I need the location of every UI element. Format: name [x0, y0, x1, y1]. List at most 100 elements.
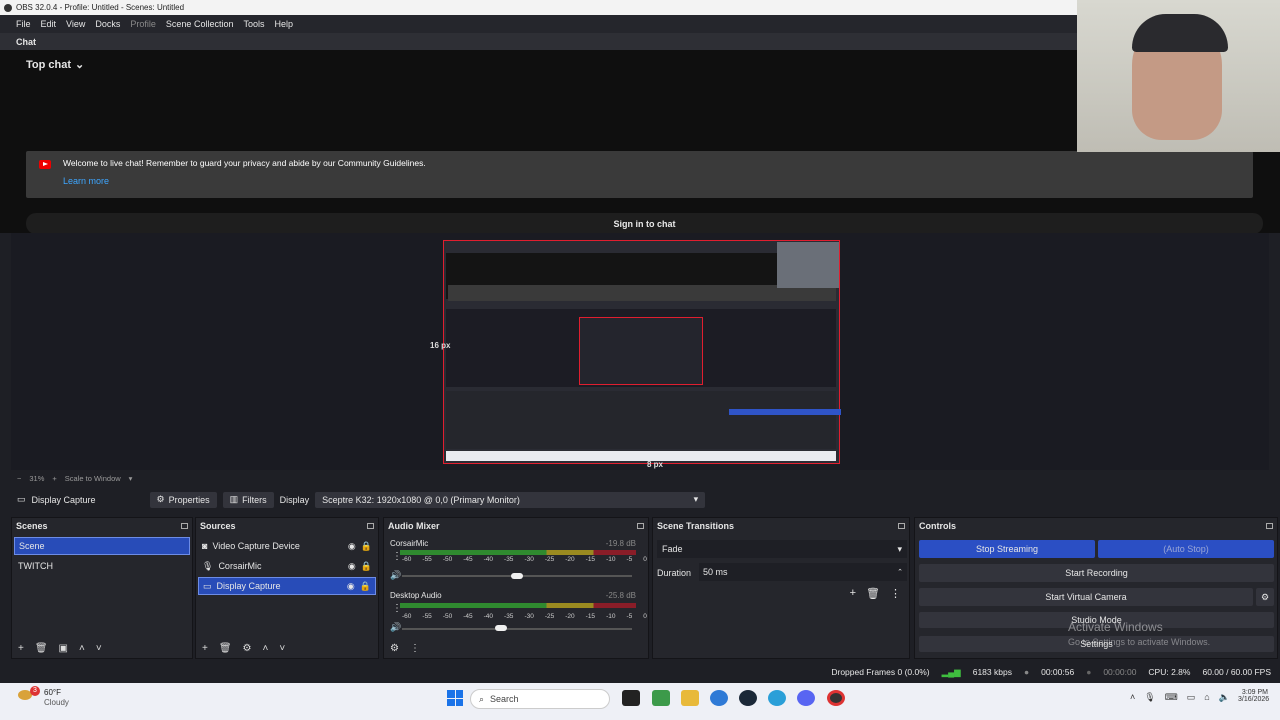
channel-db: -19.8 dB	[605, 539, 636, 548]
sign-in-to-chat-button[interactable]: Sign in to chat	[26, 213, 1263, 234]
undock-icon[interactable]	[898, 523, 905, 529]
properties-button[interactable]: ⚙ Properties	[149, 491, 217, 508]
arrow-down-icon[interactable]: ˅	[96, 643, 102, 654]
source-item[interactable]: ▭ Display Capture ◉ 🔒	[198, 577, 376, 595]
gear-icon[interactable]: ⚙	[243, 643, 252, 654]
scene-item[interactable]: Scene	[14, 537, 190, 555]
trash-icon[interactable]: 🗑	[219, 643, 232, 654]
auto-stop-button[interactable]: (Auto Stop)	[1098, 540, 1274, 558]
browser-icon[interactable]	[710, 690, 728, 706]
arrow-up-icon[interactable]: ˄	[263, 643, 269, 654]
eye-icon[interactable]: ◉	[348, 561, 356, 572]
stop-streaming-button[interactable]: Stop Streaming	[919, 540, 1095, 558]
channel-name: Desktop Audio	[390, 591, 442, 600]
search-icon: ⌕	[479, 693, 485, 704]
lock-icon[interactable]: 🔒	[361, 561, 372, 572]
obs-taskbar-icon[interactable]	[827, 690, 845, 706]
weather-widget[interactable]: 3	[18, 686, 40, 706]
virtual-camera-settings-button[interactable]: ⚙	[1256, 588, 1274, 606]
add-icon[interactable]: +	[850, 587, 856, 600]
kebab-menu-icon[interactable]: ⋮	[410, 643, 420, 654]
filters-button[interactable]: ▥ Filters	[222, 491, 274, 508]
task-view-icon[interactable]	[622, 690, 640, 706]
learn-more-link[interactable]: Learn more	[63, 176, 109, 186]
menu-profile[interactable]: Profile	[130, 19, 156, 29]
start-virtual-camera-button[interactable]: Start Virtual Camera	[919, 588, 1253, 606]
undock-icon[interactable]	[1266, 523, 1273, 529]
network-icon[interactable]: ⌂	[1204, 692, 1209, 703]
menu-view[interactable]: View	[66, 19, 85, 29]
top-chat-label: Top chat	[26, 58, 72, 71]
lock-icon[interactable]: 🔒	[360, 581, 371, 592]
volume-fader-knob[interactable]	[495, 625, 507, 631]
edge-icon[interactable]	[768, 690, 786, 706]
menu-edit[interactable]: Edit	[41, 19, 57, 29]
window-title: OBS 32.0.4 - Profile: Untitled - Scenes:…	[16, 3, 185, 12]
speaker-icon[interactable]: 🔊	[390, 622, 401, 633]
top-chat-dropdown[interactable]: Top chat ⌄	[26, 58, 84, 72]
volume-icon[interactable]: 🔈	[1219, 692, 1230, 703]
spin-arrows-icon[interactable]: ⌃	[897, 568, 903, 576]
meter-scale: -60 -55 -50 -45 -40 -35 -30 -25 -20 -15 -10 -5 0	[402, 613, 647, 620]
keyboard-icon[interactable]: ⌨	[1165, 692, 1178, 703]
arrow-up-icon[interactable]: ˄	[79, 643, 85, 654]
scene-item[interactable]: TWITCH	[14, 557, 190, 575]
discord-icon[interactable]	[797, 690, 815, 706]
meter-scale: -60 -55 -50 -45 -40 -35 -30 -25 -20 -15 -10 -5 0	[402, 556, 647, 563]
menu-docks[interactable]: Docks	[95, 19, 120, 29]
lock-icon[interactable]: 🔒	[361, 541, 372, 552]
kebab-menu-icon[interactable]: ⋮	[890, 587, 901, 600]
webcam-overlay	[1077, 0, 1280, 152]
undock-icon[interactable]	[637, 523, 644, 529]
scene-item-label: Scene	[19, 541, 45, 551]
windows-start-icon[interactable]	[447, 690, 463, 706]
start-recording-button[interactable]: Start Recording	[919, 564, 1274, 582]
transition-select[interactable]: Fade ▾	[657, 540, 907, 558]
add-icon[interactable]: +	[202, 643, 208, 654]
duration-spinbox[interactable]: 50 ms ⌃	[699, 563, 907, 581]
menu-scene-collection[interactable]: Scene Collection	[166, 19, 234, 29]
add-icon[interactable]: +	[18, 643, 24, 654]
speaker-icon[interactable]: 🔊	[390, 570, 401, 581]
chevron-down-icon[interactable]: ▾	[129, 474, 133, 483]
taskbar-search[interactable]: ⌕ Search	[470, 689, 610, 709]
undock-icon[interactable]	[181, 523, 188, 529]
arrow-down-icon[interactable]: ˅	[279, 643, 285, 654]
zoom-level: 31%	[29, 473, 45, 483]
gear-icon[interactable]: ⚙	[390, 643, 399, 654]
trash-icon[interactable]: 🗑	[35, 643, 48, 654]
edge-distance-label-left: 16 px	[430, 341, 451, 350]
source-item[interactable]: 🎙 CorsairMic ◉ 🔒	[198, 557, 376, 575]
spreadsheet-app-icon[interactable]	[652, 690, 670, 706]
chevron-up-icon[interactable]: ˄	[1130, 692, 1135, 703]
monitor-icon: ▭	[17, 494, 26, 504]
taskbar-clock[interactable]: 3:09 PM 3/16/2026	[1238, 689, 1269, 703]
display-select[interactable]: Sceptre K32: 1920x1080 @ 0,0 (Primary Mo…	[315, 491, 706, 508]
zoom-mode[interactable]: Scale to Window	[65, 474, 121, 483]
source-item[interactable]: ◙ Video Capture Device ◉ 🔒	[198, 537, 376, 555]
display-capture-source-preview[interactable]	[443, 240, 841, 464]
volume-fader-track[interactable]	[402, 628, 632, 630]
cpu-usage: CPU: 2.8%	[1148, 667, 1191, 677]
display-icon[interactable]: ▭	[1187, 692, 1196, 703]
file-explorer-icon[interactable]	[681, 690, 699, 706]
stream-time: 00:00:56	[1041, 667, 1075, 677]
eye-icon[interactable]: ◉	[348, 541, 356, 552]
menu-tools[interactable]: Tools	[243, 19, 264, 29]
weather-temp: 60°F	[44, 688, 61, 697]
menu-file[interactable]: File	[16, 19, 31, 29]
filter-icon[interactable]: ▣	[59, 643, 68, 654]
volume-fader-knob[interactable]	[511, 573, 523, 579]
obs-logo-icon	[4, 3, 12, 12]
trash-icon[interactable]: 🗑	[866, 587, 880, 600]
volume-meter	[400, 603, 636, 608]
microphone-icon: 🎙	[202, 560, 214, 571]
duration-label: Duration	[657, 568, 692, 578]
microphone-icon[interactable]: 🎙	[1144, 692, 1155, 703]
menu-help[interactable]: Help	[274, 19, 293, 29]
zoom-out-button[interactable]: −	[17, 474, 21, 483]
eye-icon[interactable]: ◉	[347, 581, 355, 592]
steam-icon[interactable]	[739, 690, 757, 706]
zoom-in-button[interactable]: +	[52, 474, 56, 483]
undock-icon[interactable]	[367, 523, 374, 529]
